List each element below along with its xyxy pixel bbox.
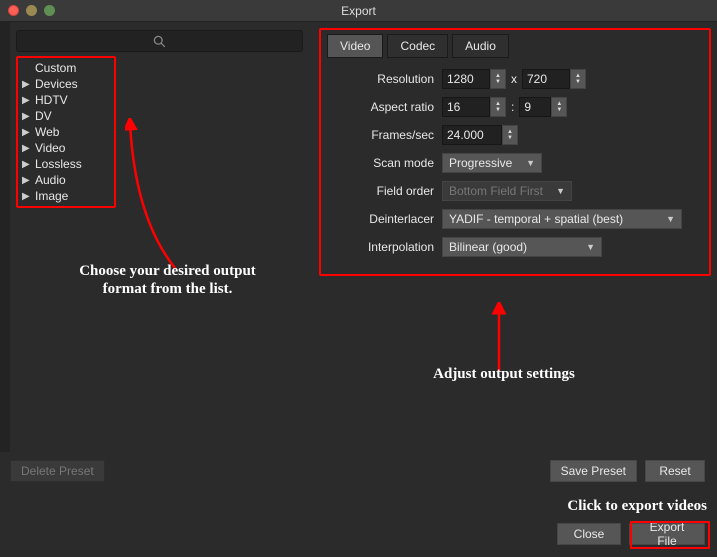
tree-item-image[interactable]: ▶Image [22, 188, 110, 204]
window-title: Export [341, 4, 376, 18]
tab-video[interactable]: Video [327, 34, 383, 58]
scan-mode-dropdown[interactable]: Progressive▼ [442, 153, 542, 173]
left-edge-strip [0, 22, 10, 452]
minimize-window-button[interactable] [26, 5, 37, 16]
close-button[interactable]: Close [557, 523, 621, 545]
expand-icon: ▶ [22, 127, 32, 138]
search-icon [153, 35, 166, 48]
deinterlacer-dropdown[interactable]: YADIF - temporal + spatial (best)▼ [442, 209, 682, 229]
expand-icon: ▶ [22, 175, 32, 186]
tree-item-hdtv[interactable]: ▶HDTV [22, 92, 110, 108]
resolution-height-input[interactable] [522, 69, 570, 89]
titlebar: Export [0, 0, 717, 22]
chevron-down-icon: ▼ [556, 186, 565, 196]
tab-codec[interactable]: Codec [387, 34, 448, 58]
expand-icon: ▶ [22, 111, 32, 122]
export-file-button[interactable]: Export File [629, 523, 705, 545]
fps-label: Frames/sec [327, 128, 442, 142]
preset-panel: Custom ▶Devices ▶HDTV ▶DV ▶Web ▶Video ▶L… [10, 22, 309, 452]
aspect-height-input[interactable] [519, 97, 551, 117]
resolution-separator: x [511, 72, 517, 86]
resolution-row: Resolution ▲▼ x ▲▼ [327, 68, 703, 90]
annotation-text-left: Choose your desired output format from t… [75, 262, 260, 298]
tree-item-dv[interactable]: ▶DV [22, 108, 110, 124]
resolution-label: Resolution [327, 72, 442, 86]
resolution-width-spinner[interactable]: ▲▼ [490, 69, 506, 89]
scan-row: Scan mode Progressive▼ [327, 152, 703, 174]
expand-icon: ▶ [22, 95, 32, 106]
aspect-label: Aspect ratio [327, 100, 442, 114]
resolution-height-spinner[interactable]: ▲▼ [570, 69, 586, 89]
delete-preset-button: Delete Preset [10, 460, 105, 482]
tree-item-custom[interactable]: Custom [22, 60, 110, 76]
field-row: Field order Bottom Field First▼ [327, 180, 703, 202]
aspect-width-input[interactable] [442, 97, 490, 117]
close-window-button[interactable] [8, 5, 19, 16]
annotation-text-export: Click to export videos [567, 498, 707, 515]
expand-icon: ▶ [22, 191, 32, 202]
fps-row: Frames/sec ▲▼ [327, 124, 703, 146]
interp-label: Interpolation [327, 240, 442, 254]
aspect-separator: : [511, 100, 514, 114]
chevron-down-icon: ▼ [526, 158, 535, 168]
resolution-width-input[interactable] [442, 69, 490, 89]
preset-tree: Custom ▶Devices ▶HDTV ▶DV ▶Web ▶Video ▶L… [16, 56, 116, 208]
settings-panel: Video Codec Audio Resolution ▲▼ x ▲▼ Asp… [309, 22, 717, 452]
deint-row: Deinterlacer YADIF - temporal + spatial … [327, 208, 703, 230]
chevron-down-icon: ▼ [666, 214, 675, 224]
tree-item-lossless[interactable]: ▶Lossless [22, 156, 110, 172]
expand-icon: ▶ [22, 79, 32, 90]
fps-spinner[interactable]: ▲▼ [502, 125, 518, 145]
search-input[interactable] [16, 30, 303, 52]
tree-item-devices[interactable]: ▶Devices [22, 76, 110, 92]
tree-item-audio[interactable]: ▶Audio [22, 172, 110, 188]
interp-row: Interpolation Bilinear (good)▼ [327, 236, 703, 258]
aspect-row: Aspect ratio ▲▼ : ▲▼ [327, 96, 703, 118]
window-controls [8, 5, 55, 16]
reset-button[interactable]: Reset [645, 460, 705, 482]
tree-item-video[interactable]: ▶Video [22, 140, 110, 156]
save-preset-button[interactable]: Save Preset [550, 460, 637, 482]
interpolation-dropdown[interactable]: Bilinear (good)▼ [442, 237, 602, 257]
fps-input[interactable] [442, 125, 502, 145]
expand-icon: ▶ [22, 143, 32, 154]
tree-item-web[interactable]: ▶Web [22, 124, 110, 140]
settings-highlight-box: Video Codec Audio Resolution ▲▼ x ▲▼ Asp… [319, 28, 711, 276]
chevron-down-icon: ▼ [586, 242, 595, 252]
expand-icon: ▶ [22, 159, 32, 170]
field-label: Field order [327, 184, 442, 198]
annotation-arrow-left [125, 118, 205, 278]
annotation-text-right: Adjust output settings [394, 366, 614, 383]
button-area: Delete Preset Save Preset Reset Click to… [0, 452, 717, 557]
maximize-window-button[interactable] [44, 5, 55, 16]
aspect-height-spinner[interactable]: ▲▼ [551, 97, 567, 117]
settings-tabs: Video Codec Audio [327, 34, 703, 58]
aspect-width-spinner[interactable]: ▲▼ [490, 97, 506, 117]
scan-label: Scan mode [327, 156, 442, 170]
deint-label: Deinterlacer [327, 212, 442, 226]
field-order-dropdown: Bottom Field First▼ [442, 181, 572, 201]
tab-audio[interactable]: Audio [452, 34, 509, 58]
